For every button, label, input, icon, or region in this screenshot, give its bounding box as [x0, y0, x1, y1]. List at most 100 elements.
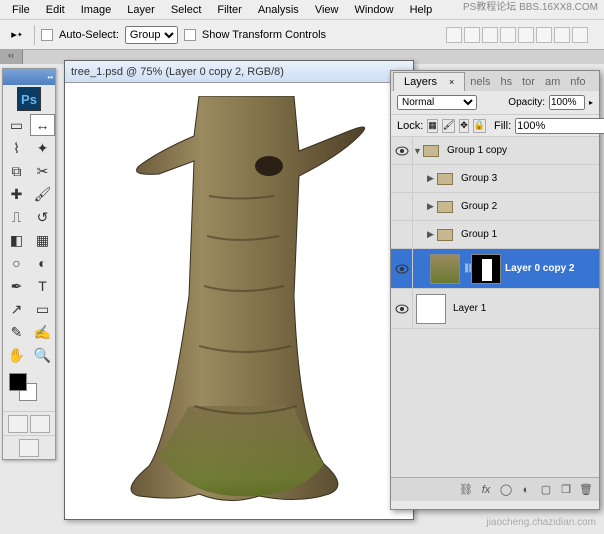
document-canvas[interactable]	[65, 83, 413, 519]
quickmask-mode-icon[interactable]	[30, 415, 50, 433]
foreground-color-swatch[interactable]	[9, 373, 27, 391]
layer-name[interactable]: Layer 1	[449, 303, 486, 314]
menu-window[interactable]: Window	[346, 2, 401, 18]
expand-arrow-icon[interactable]: ▶	[427, 229, 437, 240]
expand-arrow-icon[interactable]: ▶	[427, 201, 437, 212]
document-tab[interactable]: ‹‹	[0, 50, 23, 64]
layer-name[interactable]: Group 2	[457, 201, 497, 212]
history-brush-icon[interactable]: ↺	[30, 206, 55, 228]
toolbox: •• Ps ▭ ↔ ⌇ ✦ ⧉ ✂ ✚ 🖌 ⎍ ↺ ◧ ▦ ○ ◐ ✒ T ↗ …	[2, 68, 56, 460]
menu-edit[interactable]: Edit	[38, 2, 73, 18]
heal-tool-icon[interactable]: ✚	[4, 183, 29, 205]
align-icon[interactable]	[500, 27, 516, 43]
layer-thumbnail[interactable]	[430, 254, 460, 284]
menu-file[interactable]: File	[4, 2, 38, 18]
tab-paths[interactable]: hs	[495, 73, 517, 91]
lock-all-icon[interactable]: 🔒	[473, 119, 486, 133]
lock-pixels-icon[interactable]: 🖌	[442, 119, 455, 133]
shape-tool-icon[interactable]: ▭	[30, 298, 55, 320]
color-swatches[interactable]	[7, 371, 51, 407]
toolbox-header[interactable]: ••	[3, 69, 55, 85]
fill-input[interactable]	[515, 118, 604, 134]
layer-row[interactable]: Layer 1	[391, 289, 599, 329]
align-icon[interactable]	[446, 27, 462, 43]
visibility-icon[interactable]	[395, 304, 409, 314]
menu-help[interactable]: Help	[402, 2, 441, 18]
align-icon[interactable]	[518, 27, 534, 43]
dodge-tool-icon[interactable]: ◐	[30, 252, 55, 274]
layer-name[interactable]: Group 3	[457, 173, 497, 184]
menu-filter[interactable]: Filter	[209, 2, 249, 18]
expand-arrow-icon[interactable]: ▼	[413, 146, 423, 156]
opacity-label: Opacity:	[508, 97, 545, 108]
pen-tool-icon[interactable]: ✒	[4, 275, 29, 297]
zoom-tool-icon[interactable]: 🔍	[30, 344, 55, 366]
notes-tool-icon[interactable]: ✎	[4, 321, 29, 343]
marquee-tool-icon[interactable]: ▭	[4, 114, 29, 136]
slice-tool-icon[interactable]: ✂	[30, 160, 55, 182]
menu-layer[interactable]: Layer	[119, 2, 163, 18]
layer-list: ▼ Group 1 copy ▶ Group 3 ▶ Group 2	[391, 137, 599, 477]
layer-group-row[interactable]: ▼ Group 1 copy	[391, 137, 599, 165]
eyedropper-tool-icon[interactable]: ✍	[30, 321, 55, 343]
lock-transparency-icon[interactable]: ▦	[427, 119, 438, 133]
tab-info[interactable]: nfo	[565, 73, 590, 91]
lock-position-icon[interactable]: ✥	[459, 119, 469, 133]
align-icon[interactable]	[536, 27, 552, 43]
align-icon[interactable]	[482, 27, 498, 43]
visibility-icon[interactable]	[395, 264, 409, 274]
move-tool-indicator-icon[interactable]: ▸✦	[6, 24, 28, 46]
auto-select-dropdown[interactable]: Group	[125, 26, 178, 44]
menu-analysis[interactable]: Analysis	[250, 2, 307, 18]
menu-select[interactable]: Select	[163, 2, 210, 18]
delete-layer-icon[interactable]: 🗑	[579, 483, 593, 497]
layer-name[interactable]: Group 1 copy	[443, 145, 507, 156]
show-transform-checkbox[interactable]	[184, 29, 196, 41]
wand-tool-icon[interactable]: ✦	[30, 137, 55, 159]
brush-tool-icon[interactable]: 🖌	[30, 183, 55, 205]
mask-thumbnail[interactable]	[471, 254, 501, 284]
align-icon[interactable]	[464, 27, 480, 43]
type-tool-icon[interactable]: T	[30, 275, 55, 297]
layer-name[interactable]: Group 1	[457, 229, 497, 240]
new-layer-icon[interactable]: ❐	[559, 483, 573, 497]
layer-fx-icon[interactable]: fx	[479, 483, 493, 497]
layer-group-row[interactable]: ▶ Group 3	[391, 165, 599, 193]
opacity-input[interactable]	[549, 95, 585, 110]
layer-group-row[interactable]: ▶ Group 1	[391, 221, 599, 249]
hand-tool-icon[interactable]: ✋	[4, 344, 29, 366]
standard-mode-icon[interactable]	[8, 415, 28, 433]
stamp-tool-icon[interactable]: ⎍	[4, 206, 29, 228]
adjustment-layer-icon[interactable]: ◐	[519, 483, 533, 497]
tab-channels[interactable]: nels	[465, 73, 495, 91]
screenmode-icon[interactable]	[19, 439, 39, 457]
move-tool-icon[interactable]: ↔	[30, 114, 55, 136]
link-layers-icon[interactable]: ⛓	[459, 483, 473, 497]
lasso-tool-icon[interactable]: ⌇	[4, 137, 29, 159]
tab-actions[interactable]: am	[540, 73, 565, 91]
auto-select-checkbox[interactable]	[41, 29, 53, 41]
blur-tool-icon[interactable]: ○	[4, 252, 29, 274]
distribute-icon[interactable]	[572, 27, 588, 43]
tab-history[interactable]: tor	[517, 73, 540, 91]
layer-name[interactable]: Layer 0 copy 2	[501, 263, 574, 274]
path-tool-icon[interactable]: ↗	[4, 298, 29, 320]
crop-tool-icon[interactable]: ⧉	[4, 160, 29, 182]
new-group-icon[interactable]: ▢	[539, 483, 553, 497]
layer-row-selected[interactable]: ⛓ Layer 0 copy 2	[391, 249, 599, 289]
tab-layers[interactable]: Layers×	[393, 72, 465, 91]
menu-image[interactable]: Image	[73, 2, 120, 18]
gradient-tool-icon[interactable]: ▦	[30, 229, 55, 251]
layer-group-row[interactable]: ▶ Group 2	[391, 193, 599, 221]
opacity-arrow-icon[interactable]: ▸	[589, 98, 593, 107]
visibility-icon[interactable]	[395, 146, 409, 156]
add-mask-icon[interactable]: ◯	[499, 483, 513, 497]
blend-mode-dropdown[interactable]: Normal	[397, 95, 477, 110]
expand-arrow-icon[interactable]: ▶	[427, 173, 437, 184]
document-title[interactable]: tree_1.psd @ 75% (Layer 0 copy 2, RGB/8)	[65, 61, 413, 83]
menu-view[interactable]: View	[307, 2, 347, 18]
eraser-tool-icon[interactable]: ◧	[4, 229, 29, 251]
layer-thumbnail[interactable]	[416, 294, 446, 324]
mask-link-icon[interactable]: ⛓	[463, 263, 471, 274]
distribute-icon[interactable]	[554, 27, 570, 43]
